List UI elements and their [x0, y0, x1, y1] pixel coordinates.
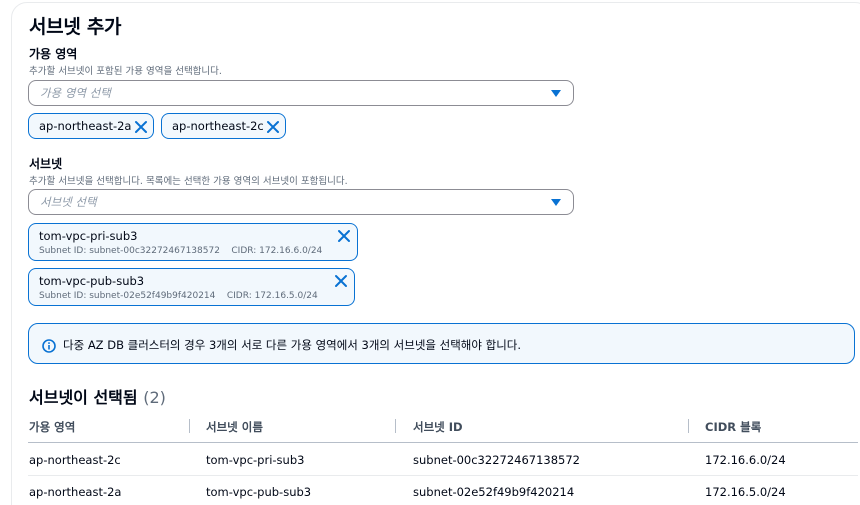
subnet-token-id: Subnet ID: subnet-00c32272467138572: [39, 246, 220, 256]
cell-cidr: 172.16.5.0/24: [705, 485, 786, 499]
subnet-token: tom-vpc-pri-sub3 Subnet ID: subnet-00c32…: [28, 223, 358, 261]
az-description: 추가할 서브넷이 포함된 가용 영역을 선택합니다.: [29, 66, 222, 77]
az-select[interactable]: 가용 영역 선택: [28, 80, 574, 106]
subnet-token-name: tom-vpc-pub-sub3: [39, 274, 145, 288]
selected-subnets-count: (2): [143, 388, 166, 407]
column-divider[interactable]: [395, 419, 396, 433]
selected-subnets-heading: 서브넷이 선택됨 (2): [29, 384, 166, 408]
table-row-divider: [28, 475, 858, 476]
cell-subnet-id: subnet-00c32272467138572: [413, 453, 580, 467]
column-header-az[interactable]: 가용 영역: [29, 419, 75, 435]
caret-down-icon: [551, 199, 561, 206]
az-select-placeholder: 가용 영역 선택: [40, 86, 111, 100]
cell-subnet-name: tom-vpc-pri-sub3: [206, 453, 305, 467]
selected-subnets-title: 서브넷이 선택됨: [29, 388, 138, 407]
cell-az: ap-northeast-2c: [29, 453, 121, 467]
cell-az: ap-northeast-2a: [29, 485, 122, 499]
column-header-subnet-id[interactable]: 서브넷 ID: [413, 419, 463, 435]
subnet-token: tom-vpc-pub-sub3 Subnet ID: subnet-02e52…: [28, 268, 355, 306]
subnet-token-meta: Subnet ID: subnet-02e52f49b9f420214 CIDR…: [39, 291, 318, 301]
column-divider[interactable]: [688, 419, 689, 433]
subnet-token-cidr: CIDR: 172.16.5.0/24: [226, 291, 318, 301]
az-token: ap-northeast-2a: [28, 113, 154, 139]
az-label: 가용 영역: [29, 47, 78, 61]
info-alert-text: 다중 AZ DB 클러스터의 경우 3개의 서로 다른 가용 영역에서 3개의 …: [63, 338, 522, 352]
cell-cidr: 172.16.6.0/24: [705, 453, 786, 467]
caret-down-icon: [551, 90, 561, 97]
column-header-cidr[interactable]: CIDR 블록: [705, 419, 761, 435]
dismiss-icon[interactable]: [337, 229, 351, 243]
dismiss-icon[interactable]: [134, 120, 148, 134]
cell-subnet-id: subnet-02e52f49b9f420214: [413, 485, 575, 499]
subnet-description: 추가할 서브넷을 선택합니다. 목록에는 선택한 가용 영역의 서브넷이 포함됩…: [29, 176, 348, 187]
cell-subnet-name: tom-vpc-pub-sub3: [206, 485, 312, 499]
subnet-token-meta: Subnet ID: subnet-00c32272467138572 CIDR…: [39, 246, 322, 256]
info-icon: [42, 338, 56, 357]
dismiss-icon[interactable]: [266, 120, 280, 134]
az-token-label: ap-northeast-2a: [39, 119, 132, 133]
dismiss-icon[interactable]: [334, 274, 348, 288]
az-token-label: ap-northeast-2c: [172, 119, 264, 133]
column-header-subnet-name[interactable]: 서브넷 이름: [206, 419, 263, 435]
column-divider[interactable]: [189, 419, 190, 433]
subnet-select[interactable]: 서브넷 선택: [28, 189, 574, 215]
subnet-label: 서브넷: [29, 157, 63, 171]
subnet-select-placeholder: 서브넷 선택: [40, 195, 97, 209]
page-title: 서브넷 추가: [29, 16, 122, 38]
az-token: ap-northeast-2c: [161, 113, 286, 139]
info-alert: 다중 AZ DB 클러스터의 경우 3개의 서로 다른 가용 영역에서 3개의 …: [28, 323, 855, 364]
subnet-token-name: tom-vpc-pri-sub3: [39, 229, 138, 243]
subnet-token-id: Subnet ID: subnet-02e52f49b9f420214: [39, 291, 216, 301]
subnet-token-cidr: CIDR: 172.16.6.0/24: [231, 246, 323, 256]
table-header-divider: [28, 442, 858, 443]
